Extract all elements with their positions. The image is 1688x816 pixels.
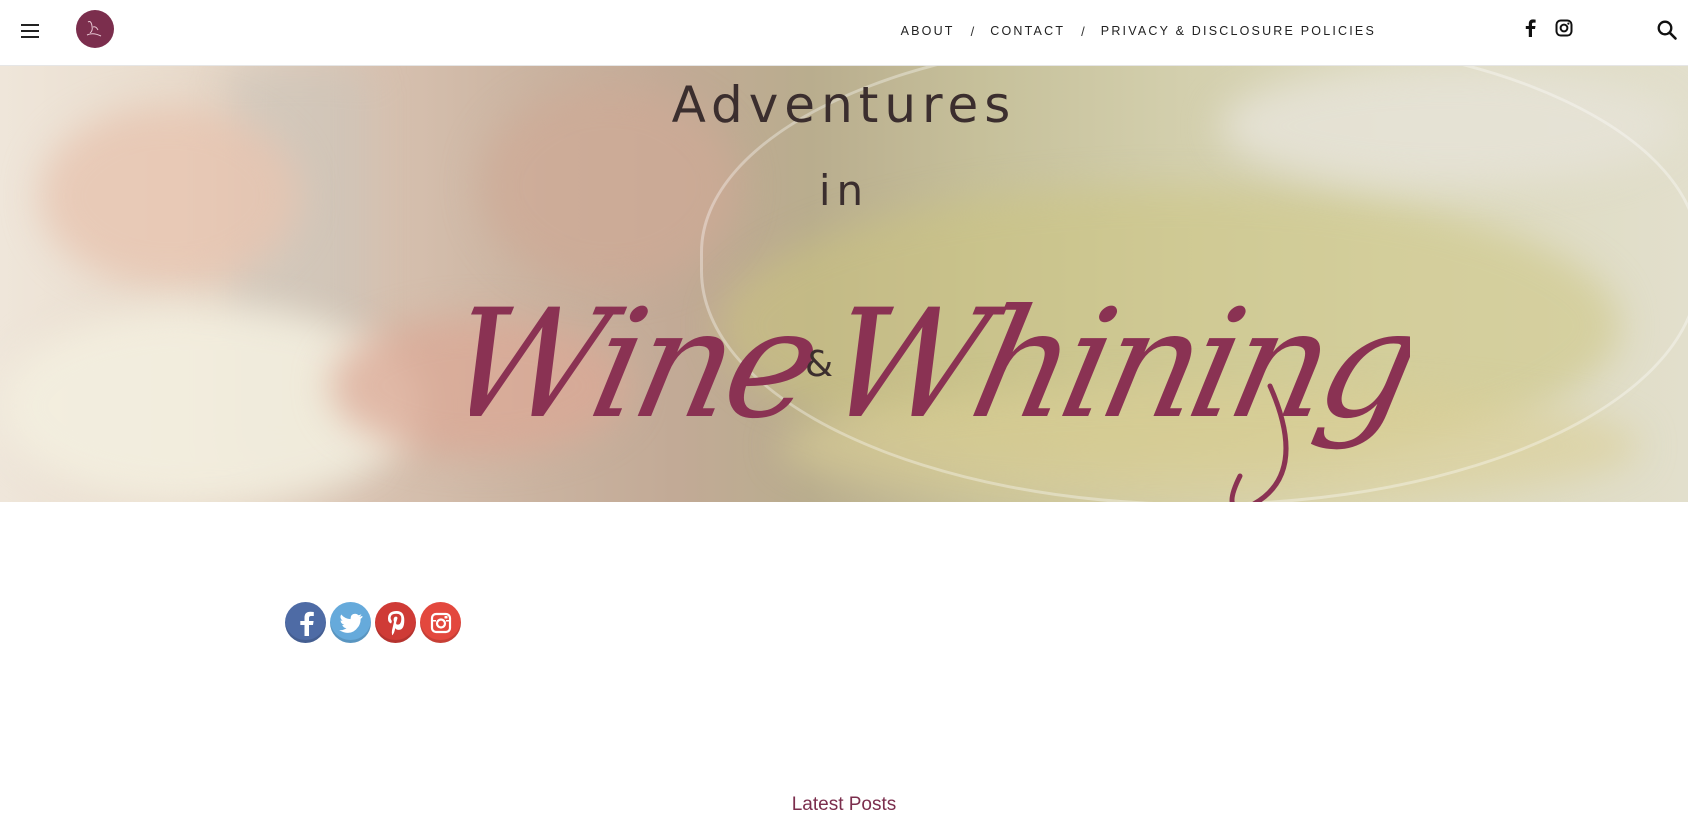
facebook-icon[interactable] [285, 602, 326, 643]
latest-posts-heading: Latest Posts [791, 794, 897, 815]
social-share-icons [285, 602, 461, 643]
nav-privacy-disclosure[interactable]: PRIVACY & DISCLOSURE POLICIES [1101, 24, 1376, 38]
menu-icon[interactable] [18, 20, 44, 42]
nav-separator: / [1081, 23, 1085, 39]
pinterest-icon[interactable] [375, 602, 416, 643]
instagram-icon[interactable] [1554, 18, 1574, 38]
facebook-icon[interactable] [1520, 18, 1540, 38]
hero-title-line1: Adventures [671, 76, 1017, 134]
hero-title-line2: in [818, 166, 870, 215]
hero-script-whining: Whining [812, 277, 1410, 452]
instagram-icon[interactable] [420, 602, 461, 643]
logo-script-mark [86, 21, 102, 37]
header-social-links [1520, 18, 1574, 38]
nav-separator: / [970, 23, 975, 39]
site-logo[interactable] [76, 10, 114, 48]
nav-about[interactable]: ABOUT [901, 24, 955, 38]
search-icon[interactable] [1655, 18, 1679, 42]
hero-banner: Adventures in Wine & Whining [0, 66, 1688, 502]
hero-script-wine: Wine [470, 277, 830, 452]
twitter-icon[interactable] [330, 602, 371, 643]
hero-script-title: Wine & Whining [470, 277, 1410, 502]
site-header: ABOUT / CONTACT / PRIVACY & DISCLOSURE P… [0, 0, 1688, 66]
nav-contact[interactable]: CONTACT [990, 24, 1065, 38]
primary-nav: ABOUT / CONTACT / PRIVACY & DISCLOSURE P… [901, 0, 1376, 62]
